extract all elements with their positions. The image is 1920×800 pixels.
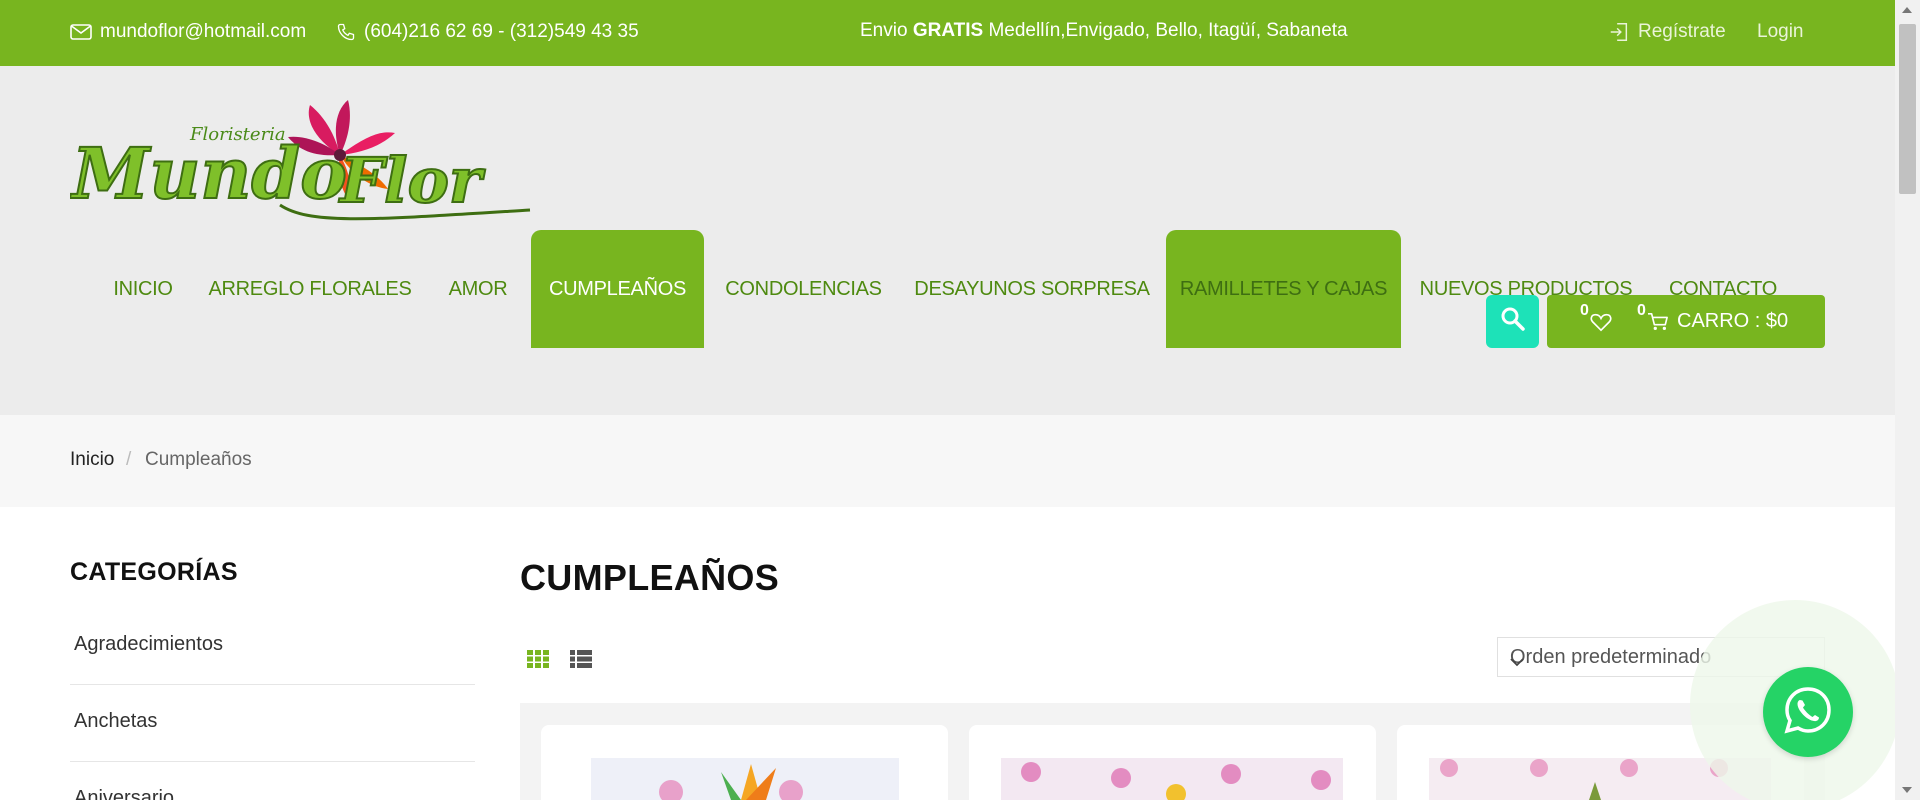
wishlist-count: 0 [1580, 302, 1589, 319]
list-icon[interactable] [570, 650, 592, 673]
whatsapp-icon [1782, 684, 1834, 741]
cart-button[interactable]: 0 0 CARRO : $0 [1547, 295, 1825, 348]
scroll-up-icon[interactable] [1902, 7, 1912, 13]
scroll-down-icon[interactable] [1902, 787, 1912, 793]
sidebar-title: CATEGORÍAS [70, 558, 238, 586]
nav-amor[interactable]: AMOR [436, 230, 520, 348]
contact-phone-text: (604)216 62 69 - (312)549 43 35 [364, 21, 639, 42]
breadcrumb-current: Cumpleaños [145, 449, 252, 470]
contact-email[interactable]: mundoflor@hotmail.com [70, 21, 306, 43]
svg-text:Mundo: Mundo [70, 132, 347, 215]
page-scrollbar[interactable] [1895, 0, 1920, 800]
cart-total-label: CARRO : $0 [1677, 310, 1789, 332]
product-image[interactable] [591, 758, 899, 800]
nav-ramilletes-y-cajas[interactable]: RAMILLETES Y CAJAS [1166, 230, 1401, 348]
login-link[interactable]: Login [1757, 21, 1804, 43]
breadcrumb-separator: / [126, 449, 132, 470]
contact-phone[interactable]: (604)216 62 69 - (312)549 43 35 [336, 21, 639, 43]
site-logo[interactable]: Floristeria Mundo Flor [69, 100, 535, 230]
nav-condolencias[interactable]: CONDOLENCIAS [717, 230, 890, 348]
nav-desayunos-sorpresa[interactable]: DESAYUNOS SORPRESA [914, 230, 1150, 348]
product-card[interactable] [969, 725, 1376, 800]
category-label: Anchetas [74, 710, 158, 732]
grid-icon[interactable] [527, 650, 549, 673]
heart-icon[interactable] [1590, 312, 1612, 337]
promo-prefix: Envio [860, 20, 913, 41]
category-item[interactable]: Anchetas [70, 685, 475, 762]
nav-inicio[interactable]: INICIO [100, 230, 186, 348]
envelope-icon [70, 24, 92, 40]
phone-icon [336, 22, 356, 42]
logo-graphic: Floristeria Mundo Flor [69, 100, 531, 221]
whatsapp-button[interactable] [1763, 667, 1853, 757]
promo-bold: GRATIS [912, 20, 984, 41]
nav-cumpleanos[interactable]: CUMPLEAÑOS [531, 230, 704, 348]
register-label: Regístrate [1638, 21, 1726, 42]
free-shipping-banner: Envio GRATIS Medellín,Envigado, Bello, I… [860, 20, 1348, 42]
product-image[interactable] [1001, 758, 1343, 800]
page-title: CUMPLEAÑOS [520, 557, 780, 598]
nav-arreglo-florales[interactable]: ARREGLO FLORALES [205, 230, 415, 348]
contact-email-text: mundoflor@hotmail.com [100, 21, 307, 42]
search-icon [1500, 306, 1526, 337]
promo-suffix: Medellín,Envigado, Bello, Itagüí, Sabane… [983, 20, 1348, 41]
cart-count: 0 [1637, 302, 1646, 319]
cart-icon [1647, 312, 1669, 337]
category-label: Agradecimientos [74, 633, 223, 655]
breadcrumb-home[interactable]: Inicio [70, 449, 114, 471]
site-header: Floristeria Mundo Flor INICIO ARREGLO FL… [0, 66, 1895, 415]
category-label: Aniversario [74, 787, 175, 800]
login-door-icon [1608, 21, 1630, 43]
scroll-thumb[interactable] [1899, 24, 1916, 194]
breadcrumb: Inicio / Cumpleaños [0, 415, 1895, 507]
search-button[interactable] [1486, 295, 1539, 348]
category-item[interactable]: Aniversario [70, 762, 475, 800]
top-bar: mundoflor@hotmail.com (604)216 62 69 - (… [0, 0, 1895, 66]
svg-text:Flor: Flor [338, 144, 486, 217]
product-card[interactable] [541, 725, 948, 800]
category-item[interactable]: Agradecimientos [70, 608, 475, 685]
register-link[interactable]: Regístrate [1608, 21, 1726, 43]
